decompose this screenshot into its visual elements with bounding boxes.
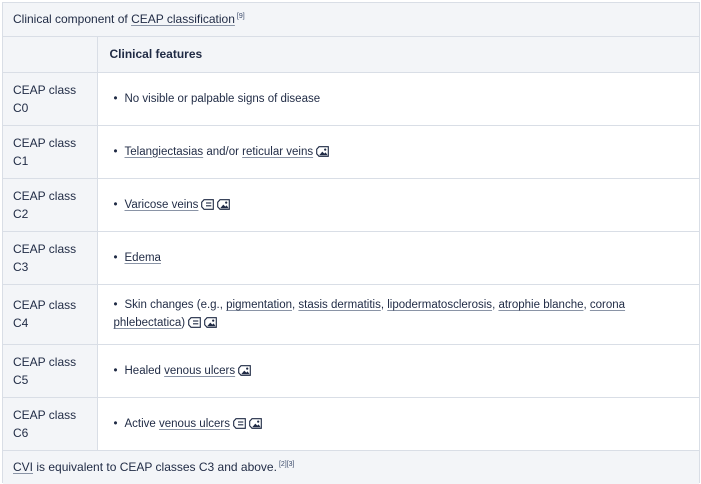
feature-text: No visible or palpable signs of disease [124, 92, 321, 105]
header-empty-cell [3, 37, 98, 73]
feature-text: Skin changes (e.g., [124, 299, 227, 311]
row-label: CEAP class C4 [3, 284, 98, 345]
row-label: CEAP class C3 [3, 231, 98, 285]
ceap-table: Clinical features CEAP class C0 • No visib… [3, 37, 699, 451]
row-label: CEAP class C1 [3, 125, 98, 179]
article-icon[interactable] [201, 198, 215, 210]
table-row: CEAP class C2 • Varicose veins [3, 178, 699, 232]
term-link[interactable]: pigmentation [226, 299, 292, 311]
image-icon[interactable] [204, 316, 217, 328]
term-link[interactable]: venous ulcers [164, 365, 235, 377]
feature-text: and/or [203, 145, 243, 158]
image-icon[interactable] [316, 145, 329, 157]
bullet-icon: • [113, 417, 118, 430]
term-link[interactable]: venous ulcers [159, 418, 230, 430]
table-row: CEAP class C5 • Healed venous ulcers [3, 344, 699, 398]
bullet-icon: • [113, 251, 118, 264]
feature-text: ) [181, 317, 186, 329]
bullet-icon: • [113, 299, 118, 311]
clinical-features-cell: • No visible or palpable signs of disease [97, 72, 699, 126]
clinical-features-cell: • Active venous ulcers [97, 397, 699, 451]
bullet-icon: • [113, 198, 118, 211]
feature-text: Healed [124, 364, 165, 377]
table-row: CEAP class C1 • Telangiectasias and/or ret… [3, 125, 699, 179]
term-link[interactable]: lipodermatosclerosis [387, 299, 492, 311]
feature-text: Active [124, 417, 160, 430]
image-icon[interactable] [217, 198, 231, 210]
clinical-features-cell: • Skin changes (e.g., pigmentation, stasi… [97, 284, 699, 345]
row-label: CEAP class C6 [3, 397, 98, 451]
clinical-features-cell: • Telangiectasias and/or reticular veins [97, 125, 699, 179]
ceap-classification-link[interactable]: CEAP classification [131, 12, 235, 26]
table-header-row: Clinical features [3, 37, 699, 73]
table-row: CEAP class C6 • Active venous ulcers [3, 397, 699, 451]
table-row: CEAP class C4 • Skin changes (e.g., pigmen… [3, 284, 699, 345]
table-row: CEAP class C3 • Edema [3, 231, 699, 285]
term-link[interactable]: Telangiectasias [125, 146, 204, 158]
bullet-icon: • [113, 364, 118, 377]
image-icon[interactable] [249, 417, 262, 429]
row-label: CEAP class C5 [3, 344, 98, 398]
reference-9[interactable]: [9] [237, 13, 245, 20]
term-link[interactable]: stasis dermatitis [298, 299, 380, 311]
table-footer: CVI is equivalent to CEAP classes C3 and… [3, 450, 699, 484]
row-label: CEAP class C0 [3, 72, 98, 126]
footer-text: is equivalent to CEAP classes C3 and abo… [33, 459, 277, 474]
article-icon[interactable] [233, 417, 246, 429]
row-label: CEAP class C2 [3, 178, 98, 232]
clinical-features-cell: • Edema [97, 231, 699, 285]
cvi-link[interactable]: CVI [13, 460, 33, 474]
table-title: Clinical component of CEAP classificatio… [3, 3, 699, 37]
table-row: CEAP class C0 • No visible or palpable sig… [3, 72, 699, 126]
clinical-features-cell: • Healed venous ulcers [97, 344, 699, 398]
image-icon[interactable] [238, 364, 251, 376]
ceap-table-card: Clinical component of CEAP classificatio… [2, 2, 700, 484]
table-title-prefix: Clinical component of [13, 12, 132, 26]
article-icon[interactable] [188, 316, 201, 328]
bullet-icon: • [113, 145, 118, 158]
term-link[interactable]: Edema [125, 252, 161, 264]
term-link[interactable]: reticular veins [242, 146, 313, 158]
term-link[interactable]: atrophie blanche [498, 299, 583, 311]
term-link[interactable]: Varicose veins [125, 199, 199, 211]
column-header-clinical-features: Clinical features [97, 37, 699, 73]
bullet-icon: • [113, 92, 118, 105]
clinical-features-cell: • Varicose veins [97, 178, 699, 232]
reference-2-3[interactable]: [2][3] [279, 461, 295, 468]
